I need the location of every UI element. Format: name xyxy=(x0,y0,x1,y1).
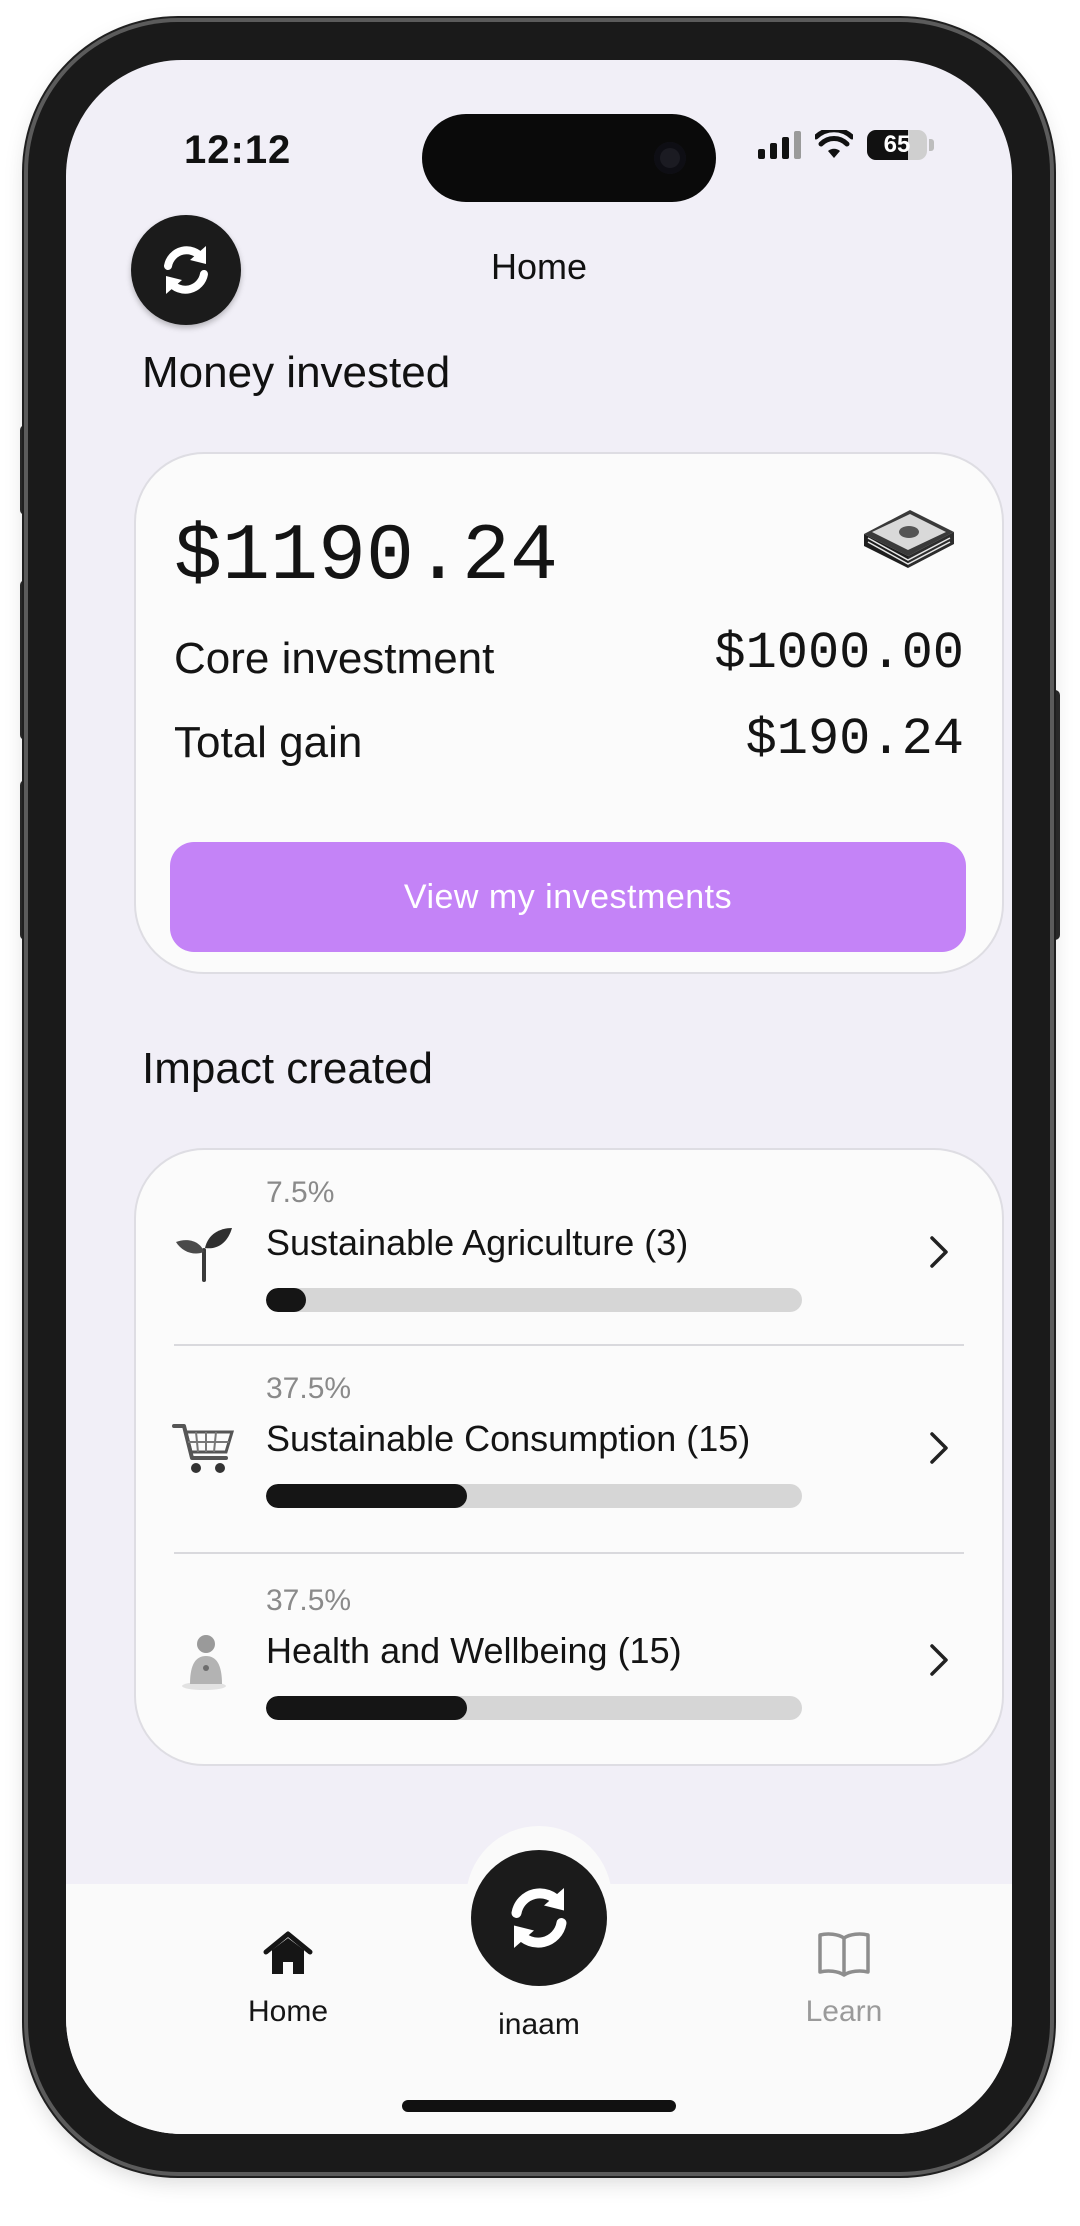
chevron-right-icon xyxy=(930,1644,948,1676)
impact-created-title: Impact created xyxy=(142,1044,434,1093)
impact-item-health-wellbeing[interactable]: 37.5% Health and Wellbeing (15) xyxy=(136,1558,1002,1754)
impact-card: 7.5% Sustainable Agriculture (3) 37.5% S… xyxy=(134,1148,1004,1766)
wifi-icon xyxy=(815,130,853,158)
tab-home[interactable]: Home xyxy=(198,1928,378,2029)
total-gain-value: $190.24 xyxy=(745,710,964,769)
impact-percent: 7.5% xyxy=(266,1176,335,1209)
person-icon xyxy=(182,1635,226,1690)
impact-progress-fill xyxy=(266,1696,467,1720)
divider xyxy=(174,1552,964,1554)
chevron-right-icon xyxy=(930,1236,948,1268)
home-icon xyxy=(263,1931,313,1974)
tab-inaam-label: inaam xyxy=(498,2008,580,2041)
view-investments-button[interactable]: View my investments xyxy=(170,842,966,952)
page-title: Home xyxy=(490,246,588,287)
impact-progress-fill xyxy=(266,1484,467,1508)
dynamic-island xyxy=(422,114,716,202)
impact-progress-bar xyxy=(266,1696,802,1720)
tab-learn-label: Learn xyxy=(805,1995,883,2028)
cellular-signal-icon xyxy=(758,131,801,159)
seedling-icon xyxy=(176,1228,232,1282)
impact-progress-bar xyxy=(266,1288,802,1312)
impact-name: Sustainable Consumption (15) xyxy=(266,1418,751,1459)
book-icon xyxy=(818,1932,870,1977)
battery-level: 65 xyxy=(883,131,911,158)
core-investment-value: $1000.00 xyxy=(714,624,964,683)
shopping-cart-icon xyxy=(172,1424,235,1473)
status-time: 12:12 xyxy=(184,128,292,172)
tab-learn[interactable]: Learn xyxy=(754,1928,934,2029)
total-amount: $1190.24 xyxy=(174,512,559,603)
impact-name: Sustainable Agriculture (3) xyxy=(266,1222,689,1263)
tab-home-label: Home xyxy=(247,1995,329,2028)
impact-progress-bar xyxy=(266,1484,802,1508)
total-gain-label: Total gain xyxy=(174,718,363,767)
tab-bar: Home inaam Learn xyxy=(66,1826,1012,2134)
status-icons: 65 xyxy=(758,130,934,160)
impact-percent: 37.5% xyxy=(266,1584,352,1617)
impact-progress-fill xyxy=(266,1288,307,1312)
core-investment-label: Core investment xyxy=(174,634,495,683)
impact-item-sustainable-consumption[interactable]: 37.5% Sustainable Consumption (15) xyxy=(136,1346,1002,1542)
phone-frame: 12:12 65 Home Money invested $1190.24 Co… xyxy=(28,22,1050,2172)
money-invested-title: Money invested xyxy=(142,348,451,397)
tab-inaam[interactable]: inaam xyxy=(449,2008,629,2042)
inaam-logo-icon xyxy=(511,1888,567,1948)
tab-inaam-button[interactable] xyxy=(471,1850,607,1986)
impact-item-sustainable-agriculture[interactable]: 7.5% Sustainable Agriculture (3) xyxy=(136,1150,1002,1346)
screen: 12:12 65 Home Money invested $1190.24 Co… xyxy=(66,60,1012,2134)
impact-percent: 37.5% xyxy=(266,1372,352,1405)
investment-card: $1190.24 Core investment $1000.00 Total … xyxy=(134,452,1004,974)
impact-name: Health and Wellbeing (15) xyxy=(266,1630,682,1671)
money-stack-icon xyxy=(864,510,954,568)
power-button xyxy=(1050,690,1060,940)
camera-icon xyxy=(654,142,686,174)
home-indicator xyxy=(402,2100,676,2112)
chevron-right-icon xyxy=(930,1432,948,1464)
battery-icon: 65 xyxy=(867,130,927,160)
